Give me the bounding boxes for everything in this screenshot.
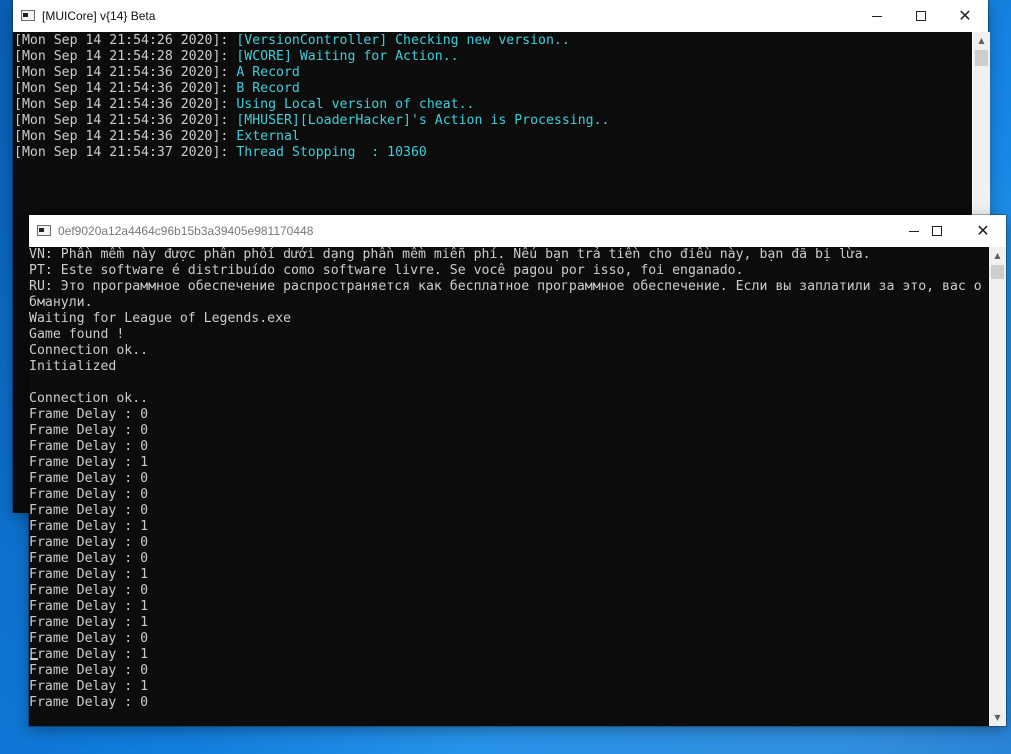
- log-message: B Record: [236, 81, 300, 96]
- console-line: бманули.: [29, 295, 93, 310]
- vertical-scrollbar[interactable]: ▲ ▼: [989, 247, 1006, 726]
- console-line: Frame Delay : 1: [29, 455, 149, 470]
- console-line: PT: Este software é distribuído como sof…: [29, 263, 744, 278]
- console-line: Frame Delay : 0: [29, 663, 149, 678]
- console-line: Frame Delay : 0: [29, 583, 149, 598]
- minimize-button[interactable]: [854, 0, 900, 32]
- log-timestamp: [Mon Sep 14 21:54:36 2020]:: [14, 81, 237, 96]
- log-message: External: [236, 129, 300, 144]
- console-line: Frame Delay : 0: [29, 407, 149, 422]
- log-message: [WCORE] Waiting for Action..: [236, 49, 459, 64]
- console-line: RU: Это программное обеспечение распрост…: [29, 279, 982, 294]
- console-line: Frame Delay : 0: [29, 535, 149, 550]
- console-line: Frame Delay : 1: [29, 615, 149, 630]
- close-icon: ✕: [976, 221, 990, 240]
- console-line: Frame Delay : 0: [29, 631, 149, 646]
- scroll-down-arrow-icon[interactable]: ▼: [989, 709, 1006, 726]
- console-line: Game found !: [29, 327, 125, 342]
- close-button[interactable]: ✕: [960, 215, 1006, 247]
- scroll-up-arrow-icon[interactable]: ▲: [989, 247, 1006, 264]
- console-line: Connection ok..: [29, 391, 149, 406]
- maximize-icon: [932, 226, 942, 236]
- scroll-up-arrow-icon[interactable]: ▲: [973, 32, 990, 49]
- log-line: [Mon Sep 14 21:54:36 2020]: A Record: [14, 65, 972, 81]
- log-line: [Mon Sep 14 21:54:36 2020]: Using Local …: [14, 97, 972, 113]
- log-message: Thread Stopping : 10360: [236, 145, 427, 160]
- console-line: Frame Delay : 1: [29, 599, 149, 614]
- log-timestamp: [Mon Sep 14 21:54:36 2020]:: [14, 65, 237, 80]
- title-bar[interactable]: [MUICore] v{14} Beta ✕: [13, 0, 988, 32]
- console-line: Frame Delay : 1: [29, 519, 149, 534]
- console-line: Frame Delay : 0: [29, 695, 149, 710]
- close-icon: ✕: [958, 6, 972, 25]
- log-line: [Mon Sep 14 21:54:37 2020]: Thread Stopp…: [14, 145, 972, 161]
- scrollbar-thumb[interactable]: [991, 265, 1004, 279]
- console-line: Frame Delay : 0: [29, 439, 149, 454]
- console-line: Frame Delay : 0: [29, 423, 149, 438]
- console-line: Connection ok..: [29, 343, 149, 358]
- console-app-icon: [21, 10, 35, 21]
- console-line: Frame Delay : 0: [29, 503, 149, 518]
- log-timestamp: [Mon Sep 14 21:54:28 2020]:: [14, 49, 237, 64]
- window-title: 0ef9020a12a4464c96b15b3a39405e981170448: [58, 224, 314, 238]
- maximize-icon: [916, 11, 926, 21]
- console-line: Initialized: [29, 359, 117, 374]
- log-timestamp: [Mon Sep 14 21:54:36 2020]:: [14, 129, 237, 144]
- log-message: Using Local version of cheat..: [236, 97, 475, 112]
- scrollbar-thumb[interactable]: [975, 50, 988, 66]
- console-line: Frame Delay : 0: [29, 551, 149, 566]
- console-line: Frame Delay : 1: [29, 567, 149, 582]
- log-line: [Mon Sep 14 21:54:36 2020]: External: [14, 129, 972, 145]
- console-line: Waiting for League of Legends.exe: [29, 311, 292, 326]
- maximize-button[interactable]: [914, 215, 960, 247]
- console-line: Frame Delay : 0: [29, 487, 149, 502]
- log-timestamp: [Mon Sep 14 21:54:26 2020]:: [14, 33, 237, 48]
- console-output: VN: Phần mềm này được phân phối dưới dạn…: [29, 247, 989, 726]
- text-cursor: [30, 658, 38, 660]
- log-message: A Record: [236, 65, 300, 80]
- log-timestamp: [Mon Sep 14 21:54:36 2020]:: [14, 113, 237, 128]
- console-line: VN: Phần mềm này được phân phối dưới dạn…: [29, 247, 871, 262]
- console-line: Frame Delay : 0: [29, 471, 149, 486]
- close-button[interactable]: ✕: [942, 0, 988, 32]
- console-line: Frame Delay : 1: [29, 679, 149, 694]
- console-app-icon: [37, 225, 51, 236]
- log-line: [Mon Sep 14 21:54:28 2020]: [WCORE] Wait…: [14, 49, 972, 65]
- log-message: [MHUSER][LoaderHacker]'s Action is Proce…: [236, 113, 610, 128]
- title-bar[interactable]: 0ef9020a12a4464c96b15b3a39405e981170448 …: [29, 215, 1006, 247]
- window-title: [MUICore] v{14} Beta: [42, 9, 156, 23]
- log-timestamp: [Mon Sep 14 21:54:36 2020]:: [14, 97, 237, 112]
- log-message: [VersionController] Checking new version…: [236, 33, 570, 48]
- console-line: Frame Delay : 1: [29, 647, 149, 662]
- log-line: [Mon Sep 14 21:54:36 2020]: [MHUSER][Loa…: [14, 113, 972, 129]
- minimize-icon: [872, 15, 882, 17]
- log-line: [Mon Sep 14 21:54:36 2020]: B Record: [14, 81, 972, 97]
- log-line: [Mon Sep 14 21:54:26 2020]: [VersionCont…: [14, 33, 972, 49]
- loader-console-window[interactable]: 0ef9020a12a4464c96b15b3a39405e981170448 …: [29, 215, 1006, 726]
- maximize-button[interactable]: [898, 0, 944, 32]
- log-timestamp: [Mon Sep 14 21:54:37 2020]:: [14, 145, 237, 160]
